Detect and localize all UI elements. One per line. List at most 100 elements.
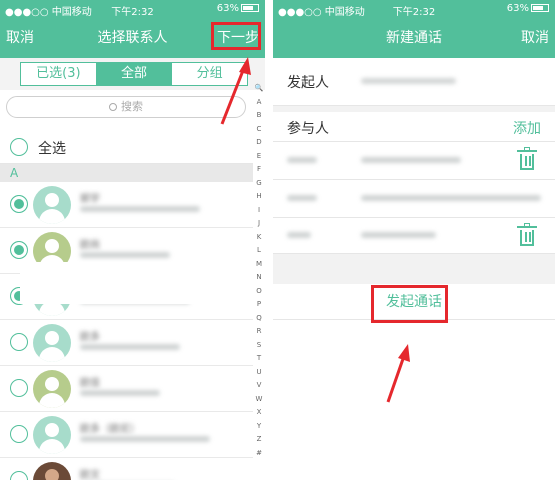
participant-number-blurred [361, 157, 461, 163]
avatar [33, 324, 71, 362]
index-letter[interactable]: M [253, 258, 265, 272]
index-letter[interactable]: Q [253, 312, 265, 326]
participant-name-blurred [287, 195, 317, 201]
participant-number-blurred [361, 195, 541, 201]
contact-row[interactable]: 欧文 [0, 458, 253, 480]
index-search-icon[interactable]: 🔍 [253, 82, 265, 96]
contact-checkbox[interactable] [10, 333, 28, 351]
battery-icon [531, 4, 549, 12]
page-title-new-call: 新建通话 [386, 30, 442, 46]
initiator-row: 发起人 [273, 58, 555, 106]
initiator-label: 发起人 [287, 75, 329, 91]
select-all-checkbox[interactable] [10, 138, 28, 156]
new-call-screen: ●●●○○ 中国移动 下午2:32 63% 新建通话 取消 发起人 参与人 添加… [273, 0, 555, 480]
participant-number-blurred [361, 232, 436, 238]
avatar [33, 370, 71, 408]
trash-icon[interactable] [517, 223, 537, 246]
index-letter[interactable]: K [253, 231, 265, 245]
participant-row [273, 218, 555, 254]
contact-checkbox[interactable] [10, 471, 28, 480]
contact-name: 欧多 [80, 332, 100, 343]
contact-row[interactable]: 欧佳 [0, 366, 253, 412]
contact-row[interactable]: 欧多 [0, 320, 253, 366]
contact-checkbox[interactable] [10, 379, 28, 397]
alphabet-index[interactable]: 🔍 A B C D E F G H I J K L M N O P Q R S T U V W X Y Z # [253, 82, 265, 472]
nav-bar: ●●●○○ 中国移动 下午2:32 63% 取消 选择联系人 下一步 [0, 0, 265, 58]
select-all-label: 全选 [38, 141, 66, 157]
contact-checkbox[interactable] [10, 241, 28, 259]
contact-checkbox[interactable] [10, 195, 28, 213]
select-contacts-screen: ●●●○○ 中国移动 下午2:32 63% 取消 选择联系人 下一步 已选(3)… [0, 0, 265, 480]
battery-icon [241, 4, 259, 12]
participant-row [273, 180, 555, 218]
index-letter[interactable]: # [253, 447, 265, 461]
index-letter[interactable]: Y [253, 420, 265, 434]
index-letter[interactable]: L [253, 244, 265, 258]
add-participant-link[interactable]: 添加 [513, 118, 541, 138]
contact-row[interactable]: 欧多（欧尼） [0, 412, 253, 458]
index-letter[interactable]: H [253, 190, 265, 204]
contact-name: 欧尚 [80, 240, 100, 251]
section-gap [273, 254, 555, 284]
index-letter[interactable]: W [253, 393, 265, 407]
status-bar: ●●●○○ 中国移动 下午2:32 63% [0, 0, 265, 18]
avatar [33, 416, 71, 454]
index-letter[interactable]: A [253, 96, 265, 110]
blank-overlay [20, 262, 253, 304]
index-letter[interactable]: E [253, 150, 265, 164]
index-letter[interactable]: J [253, 217, 265, 231]
index-letter[interactable]: Z [253, 433, 265, 447]
index-letter[interactable]: C [253, 123, 265, 137]
search-bar: 搜索 [0, 90, 253, 124]
battery-indicator: 63% [507, 3, 549, 14]
contact-detail-blurred [80, 252, 170, 258]
index-letter[interactable]: X [253, 406, 265, 420]
participant-row [273, 142, 555, 180]
index-letter[interactable]: G [253, 177, 265, 191]
index-letter[interactable]: T [253, 352, 265, 366]
index-letter[interactable]: B [253, 109, 265, 123]
search-input[interactable]: 搜索 [6, 96, 246, 118]
battery-indicator: 63% [217, 3, 259, 14]
index-letter[interactable]: R [253, 325, 265, 339]
contact-detail-blurred [80, 390, 160, 396]
participant-name-blurred [287, 157, 317, 163]
participants-label: 参与人 [287, 121, 329, 137]
segment-groups[interactable]: 分组 [172, 63, 247, 85]
index-letter[interactable]: P [253, 298, 265, 312]
avatar [33, 462, 71, 480]
select-all-row[interactable]: 全选 [0, 130, 253, 164]
index-letter[interactable]: O [253, 285, 265, 299]
segment-control: 已选(3) 全部 分组 [20, 62, 248, 86]
index-letter[interactable]: V [253, 379, 265, 393]
avatar [33, 186, 71, 224]
index-letter[interactable]: D [253, 136, 265, 150]
next-step-highlight-box [211, 22, 261, 50]
nav-bar-right: ●●●○○ 中国移动 下午2:32 63% 新建通话 取消 [273, 0, 555, 58]
index-letter[interactable]: U [253, 366, 265, 380]
contact-name: 欧佳 [80, 378, 100, 389]
contact-name: 欧多（欧尼） [80, 424, 140, 435]
contact-name: 欧文 [80, 470, 100, 480]
index-letter[interactable]: S [253, 339, 265, 353]
contact-name: 郭宇 [80, 194, 100, 205]
status-bar-right: ●●●○○ 中国移动 下午2:32 63% [273, 0, 555, 18]
search-placeholder: 搜索 [121, 100, 143, 113]
index-letter[interactable]: N [253, 271, 265, 285]
index-letter[interactable]: I [253, 204, 265, 218]
contact-checkbox[interactable] [10, 425, 28, 443]
segment-selected[interactable]: 已选(3) [21, 63, 97, 85]
cancel-button-right[interactable]: 取消 [521, 27, 549, 47]
search-icon [109, 103, 117, 111]
trash-icon[interactable] [517, 147, 537, 170]
participant-name-blurred [287, 232, 311, 238]
contact-detail-blurred [80, 206, 200, 212]
participants-header-row: 参与人 添加 [273, 112, 555, 142]
battery-percent: 63% [216, 3, 239, 14]
segment-control-bar: 已选(3) 全部 分组 [0, 58, 265, 90]
screen-divider [265, 0, 273, 480]
segment-all[interactable]: 全部 [96, 63, 173, 85]
contact-detail-blurred [80, 344, 180, 350]
index-letter[interactable]: F [253, 163, 265, 177]
contact-row[interactable]: 郭宇 [0, 182, 253, 228]
